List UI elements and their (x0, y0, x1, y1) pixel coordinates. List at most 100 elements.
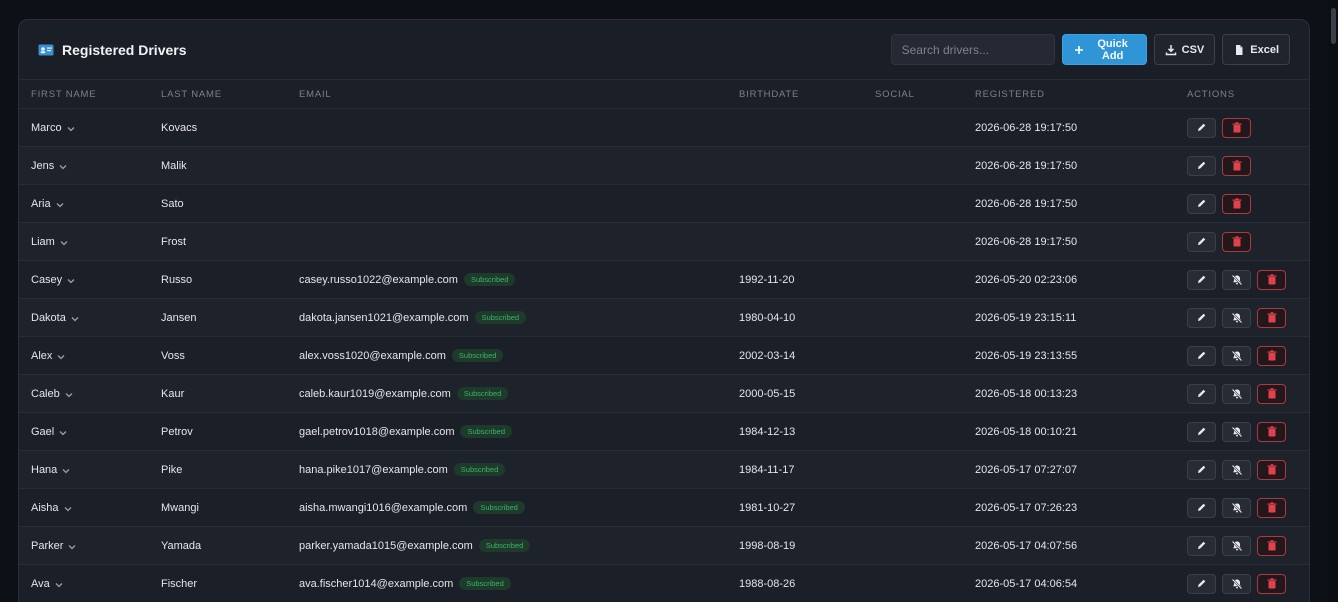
unsubscribe-button[interactable] (1222, 383, 1251, 404)
delete-button[interactable] (1257, 573, 1286, 594)
column-header-registered[interactable]: REGISTERED (975, 79, 1187, 109)
registered: 2026-06-28 19:17:50 (975, 159, 1078, 172)
chevron-down-icon[interactable] (63, 504, 73, 512)
column-header-first-name[interactable]: FIRST NAME (19, 79, 161, 109)
quick-add-button[interactable]: Quick Add (1061, 34, 1147, 65)
cell-first-name[interactable]: Parker (19, 526, 161, 565)
unsubscribe-button[interactable] (1222, 421, 1251, 442)
edit-button[interactable] (1187, 421, 1216, 442)
edit-button[interactable] (1187, 573, 1216, 594)
first-name: Caleb (31, 387, 60, 400)
cell-actions (1187, 450, 1309, 489)
delete-button[interactable] (1222, 155, 1251, 176)
unsubscribe-button[interactable] (1222, 573, 1251, 594)
cell-first-name[interactable]: Liam (19, 222, 161, 261)
pencil-icon (1196, 274, 1207, 285)
chevron-down-icon[interactable] (66, 276, 76, 284)
delete-button[interactable] (1257, 269, 1286, 290)
delete-button[interactable] (1257, 421, 1286, 442)
cell-actions (1187, 336, 1309, 375)
edit-button[interactable] (1187, 269, 1216, 290)
edit-button[interactable] (1187, 535, 1216, 556)
column-header-social[interactable]: SOCIAL (875, 79, 975, 109)
delete-button[interactable] (1222, 231, 1251, 252)
delete-button[interactable] (1257, 383, 1286, 404)
unsubscribe-button[interactable] (1222, 345, 1251, 366)
cell-first-name[interactable]: Marco (19, 108, 161, 147)
bell-slash-icon (1231, 312, 1243, 324)
table-row: Liam Frost 2026-06-28 19:17:50 (19, 222, 1309, 261)
first-name: Jens (31, 159, 55, 172)
cell-first-name[interactable]: Aisha (19, 488, 161, 527)
excel-export-button[interactable]: Excel (1222, 34, 1290, 65)
chevron-down-icon[interactable] (59, 238, 69, 246)
chevron-down-icon[interactable] (70, 314, 80, 322)
cell-first-name[interactable]: Gael (19, 412, 161, 451)
edit-button[interactable] (1187, 383, 1216, 404)
registered: 2026-06-28 19:17:50 (975, 121, 1078, 134)
first-name: Aria (31, 197, 51, 210)
pencil-icon (1196, 540, 1207, 551)
delete-button[interactable] (1257, 535, 1286, 556)
unsubscribe-button[interactable] (1222, 307, 1251, 328)
edit-button[interactable] (1187, 459, 1216, 480)
cell-first-name[interactable]: Aria (19, 184, 161, 223)
cell-email: gael.petrov1018@example.com Subscribed (299, 412, 739, 451)
edit-button[interactable] (1187, 307, 1216, 328)
table-row: Caleb Kaur caleb.kaur1019@example.com Subsc… (19, 374, 1309, 413)
cell-first-name[interactable]: Hana (19, 450, 161, 489)
trash-icon (1267, 274, 1277, 285)
delete-button[interactable] (1257, 307, 1286, 328)
edit-button[interactable] (1187, 155, 1216, 176)
delete-button[interactable] (1222, 193, 1251, 214)
delete-button[interactable] (1257, 345, 1286, 366)
edit-button[interactable] (1187, 117, 1216, 138)
chevron-down-icon[interactable] (67, 542, 77, 550)
cell-first-name[interactable]: Caleb (19, 374, 161, 413)
drivers-table: FIRST NAME LAST NAME EMAIL BIRTHDATE SOC… (19, 79, 1309, 602)
edit-button[interactable] (1187, 193, 1216, 214)
edit-button[interactable] (1187, 345, 1216, 366)
unsubscribe-button[interactable] (1222, 535, 1251, 556)
chevron-down-icon[interactable] (58, 162, 68, 170)
email: aisha.mwangi1016@example.com (299, 502, 468, 514)
birthdate: 2000-05-15 (739, 387, 796, 400)
unsubscribe-button[interactable] (1222, 497, 1251, 518)
csv-export-button[interactable]: CSV (1153, 34, 1216, 65)
cell-registered: 2026-05-19 23:13:55 (975, 336, 1187, 375)
edit-button[interactable] (1187, 231, 1216, 252)
delete-button[interactable] (1222, 117, 1251, 138)
scrollbar-thumb[interactable] (1331, 8, 1336, 44)
cell-last-name: Sato (161, 184, 299, 223)
subscribed-badge: Subscribed (456, 387, 509, 400)
edit-button[interactable] (1187, 497, 1216, 518)
chevron-down-icon[interactable] (58, 428, 68, 436)
cell-first-name[interactable]: Ava (19, 564, 161, 602)
cell-registered: 2026-05-17 07:27:07 (975, 450, 1187, 489)
trash-icon (1267, 464, 1277, 475)
row-actions (1187, 383, 1309, 404)
first-name: Gael (31, 425, 55, 438)
column-header-email[interactable]: EMAIL (299, 79, 739, 109)
cell-first-name[interactable]: Alex (19, 336, 161, 375)
delete-button[interactable] (1257, 497, 1286, 518)
chevron-down-icon[interactable] (54, 580, 64, 588)
cell-registered: 2026-05-18 00:13:23 (975, 374, 1187, 413)
cell-first-name[interactable]: Casey (19, 260, 161, 299)
cell-first-name[interactable]: Jens (19, 146, 161, 185)
search-input[interactable] (890, 34, 1055, 65)
chevron-down-icon[interactable] (56, 352, 66, 360)
cell-last-name: Voss (161, 336, 299, 375)
unsubscribe-button[interactable] (1222, 459, 1251, 480)
cell-first-name[interactable]: Dakota (19, 298, 161, 337)
column-header-last-name[interactable]: LAST NAME (161, 79, 299, 109)
delete-button[interactable] (1257, 459, 1286, 480)
unsubscribe-button[interactable] (1222, 269, 1251, 290)
column-header-birthdate[interactable]: BIRTHDATE (739, 79, 875, 109)
pencil-icon (1196, 312, 1207, 323)
chevron-down-icon[interactable] (55, 200, 65, 208)
chevron-down-icon[interactable] (61, 466, 71, 474)
chevron-down-icon[interactable] (64, 390, 74, 398)
chevron-down-icon[interactable] (66, 124, 76, 132)
page-scrollbar[interactable] (1328, 0, 1338, 602)
